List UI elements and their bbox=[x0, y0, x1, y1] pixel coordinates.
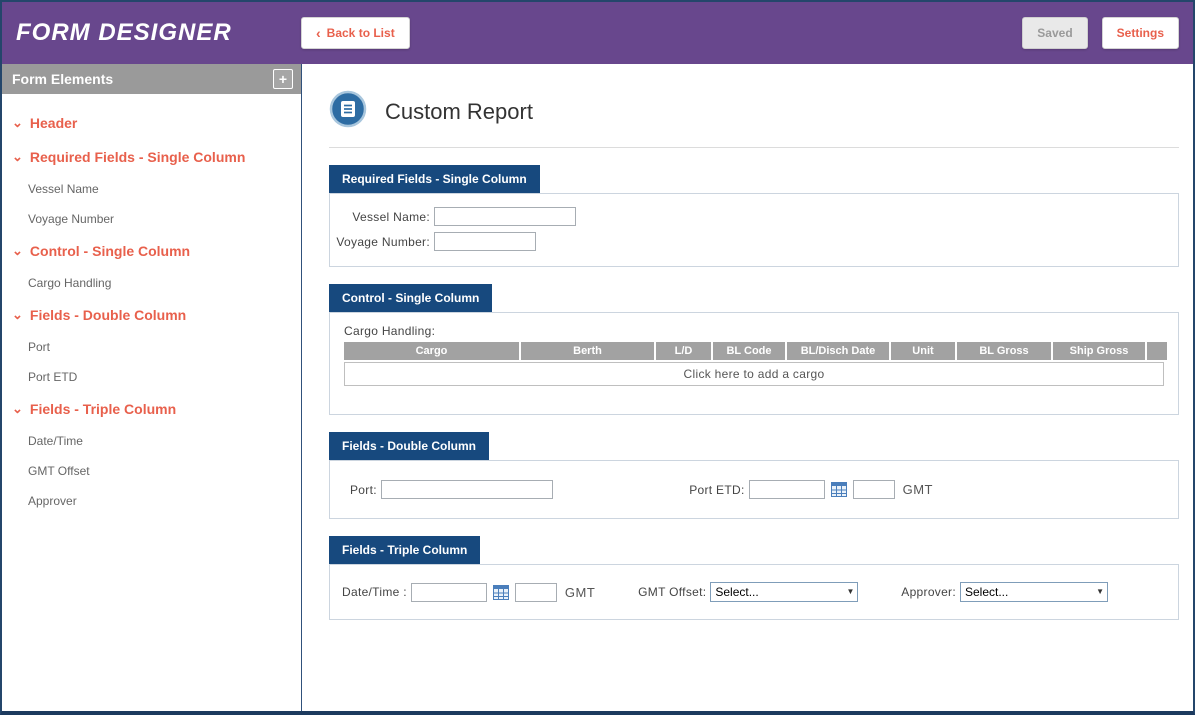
column-header-bl-disch-date: BL/Disch Date bbox=[787, 342, 889, 360]
approver-field-group: Approver: Select... ▼ bbox=[901, 582, 1108, 602]
sidebar-header: Form Elements + bbox=[2, 64, 301, 94]
sidebar-group-required-fields[interactable]: ⌄ Required Fields - Single Column bbox=[2, 140, 301, 174]
calendar-icon[interactable] bbox=[493, 585, 509, 600]
port-field-group: Port: bbox=[350, 480, 553, 499]
port-etd-time-input[interactable] bbox=[853, 480, 895, 499]
sidebar-item-date-time[interactable]: Date/Time bbox=[2, 426, 301, 456]
gmt-offset-select[interactable]: Select... ▼ bbox=[710, 582, 858, 602]
sidebar-item-gmt-offset[interactable]: GMT Offset bbox=[2, 456, 301, 486]
gmt-label: GMT bbox=[565, 585, 595, 600]
main-content: Custom Report Required Fields - Single C… bbox=[302, 64, 1193, 711]
approver-label: Approver: bbox=[901, 585, 956, 599]
voyage-number-row: Voyage Number: bbox=[330, 232, 1178, 251]
column-header-berth: Berth bbox=[521, 342, 654, 360]
report-document-icon bbox=[329, 90, 367, 133]
vessel-name-input[interactable] bbox=[434, 207, 576, 226]
column-header-bl-gross: BL Gross bbox=[957, 342, 1051, 360]
panel-triple-column: Date/Time : bbox=[329, 564, 1179, 620]
group-label: Control - Single Column bbox=[30, 243, 190, 259]
calendar-icon[interactable] bbox=[831, 482, 847, 497]
datetime-date-input[interactable] bbox=[411, 583, 487, 602]
sidebar-item-port[interactable]: Port bbox=[2, 332, 301, 362]
section-triple-column: Fields - Triple Column Date/Time : bbox=[329, 536, 1179, 620]
group-label: Fields - Double Column bbox=[30, 307, 186, 323]
port-label: Port: bbox=[350, 483, 377, 497]
sidebar-group-triple-column[interactable]: ⌄ Fields - Triple Column bbox=[2, 392, 301, 426]
caret-down-icon: ▼ bbox=[846, 588, 854, 596]
voyage-number-input[interactable] bbox=[434, 232, 536, 251]
section-tab-required-fields: Required Fields - Single Column bbox=[329, 165, 540, 193]
section-double-column: Fields - Double Column Port: Port ETD: bbox=[329, 432, 1179, 519]
cargo-table-header-row: Cargo Berth L/D BL Code BL/Disch Date Un… bbox=[344, 342, 1167, 360]
panel-control-single: Cargo Handling: Cargo Berth L/D BL Code … bbox=[329, 312, 1179, 415]
sidebar-group-header[interactable]: ⌄ Header bbox=[2, 106, 301, 140]
chevron-down-icon: ⌄ bbox=[12, 246, 23, 255]
sidebar: Form Elements + ⌄ Header ⌄ Required Fiel… bbox=[2, 64, 302, 711]
back-to-list-button[interactable]: ‹ Back to List bbox=[301, 17, 410, 49]
top-bar: FORM DESIGNER ‹ Back to List Saved Setti… bbox=[2, 2, 1193, 64]
group-label: Fields - Triple Column bbox=[30, 401, 176, 417]
page-title: Custom Report bbox=[385, 99, 533, 125]
port-input[interactable] bbox=[381, 480, 553, 499]
column-header-ship-gross: Ship Gross bbox=[1053, 342, 1145, 360]
gmt-label: GMT bbox=[903, 482, 933, 497]
panel-required-fields: Vessel Name: Voyage Number: bbox=[329, 193, 1179, 267]
sidebar-item-approver[interactable]: Approver bbox=[2, 486, 301, 516]
section-required-fields: Required Fields - Single Column Vessel N… bbox=[329, 165, 1179, 267]
sidebar-title: Form Elements bbox=[12, 71, 113, 87]
column-header-actions bbox=[1147, 342, 1167, 360]
add-cargo-row[interactable]: Click here to add a cargo bbox=[344, 362, 1164, 386]
settings-button[interactable]: Settings bbox=[1102, 17, 1179, 49]
topbar-actions: Saved Settings bbox=[1022, 17, 1179, 49]
add-element-button[interactable]: + bbox=[273, 69, 293, 89]
section-tab-triple-column: Fields - Triple Column bbox=[329, 536, 480, 564]
datetime-field-group: Date/Time : bbox=[342, 583, 595, 602]
sidebar-item-vessel-name[interactable]: Vessel Name bbox=[2, 174, 301, 204]
sidebar-group-control-single[interactable]: ⌄ Control - Single Column bbox=[2, 234, 301, 268]
datetime-time-input[interactable] bbox=[515, 583, 557, 602]
vessel-name-label: Vessel Name: bbox=[330, 210, 430, 224]
chevron-down-icon: ⌄ bbox=[12, 152, 23, 161]
report-header: Custom Report bbox=[329, 90, 1179, 148]
select-value: Select... bbox=[965, 585, 1008, 599]
body-row: Form Elements + ⌄ Header ⌄ Required Fiel… bbox=[2, 64, 1193, 711]
chevron-down-icon: ⌄ bbox=[12, 404, 23, 413]
app-title: FORM DESIGNER bbox=[16, 19, 301, 47]
chevron-left-icon: ‹ bbox=[316, 26, 321, 40]
port-etd-label: Port ETD: bbox=[689, 483, 744, 497]
column-header-bl-code: BL Code bbox=[713, 342, 785, 360]
caret-down-icon: ▼ bbox=[1096, 588, 1104, 596]
column-header-unit: Unit bbox=[891, 342, 955, 360]
select-value: Select... bbox=[715, 585, 758, 599]
app-frame: FORM DESIGNER ‹ Back to List Saved Setti… bbox=[0, 0, 1195, 715]
form-elements-list: ⌄ Header ⌄ Required Fields - Single Colu… bbox=[2, 94, 301, 528]
section-tab-control-single: Control - Single Column bbox=[329, 284, 492, 312]
saved-button[interactable]: Saved bbox=[1022, 17, 1087, 49]
voyage-number-label: Voyage Number: bbox=[330, 235, 430, 249]
group-label: Header bbox=[30, 115, 77, 131]
chevron-down-icon: ⌄ bbox=[12, 118, 23, 127]
port-etd-date-input[interactable] bbox=[749, 480, 825, 499]
datetime-label: Date/Time : bbox=[342, 585, 407, 599]
back-to-list-label: Back to List bbox=[327, 26, 395, 40]
approver-select[interactable]: Select... ▼ bbox=[960, 582, 1108, 602]
group-label: Required Fields - Single Column bbox=[30, 149, 245, 165]
column-header-cargo: Cargo bbox=[344, 342, 519, 360]
chevron-down-icon: ⌄ bbox=[12, 310, 23, 319]
section-tab-double-column: Fields - Double Column bbox=[329, 432, 489, 460]
sidebar-item-voyage-number[interactable]: Voyage Number bbox=[2, 204, 301, 234]
sidebar-group-double-column[interactable]: ⌄ Fields - Double Column bbox=[2, 298, 301, 332]
gmt-offset-field-group: GMT Offset: Select... ▼ bbox=[638, 582, 858, 602]
sidebar-item-port-etd[interactable]: Port ETD bbox=[2, 362, 301, 392]
panel-double-column: Port: Port ETD: bbox=[329, 460, 1179, 519]
cargo-handling-label: Cargo Handling: bbox=[344, 324, 1166, 338]
gmt-offset-label: GMT Offset: bbox=[638, 585, 706, 599]
cargo-table: Cargo Berth L/D BL Code BL/Disch Date Un… bbox=[342, 342, 1169, 360]
port-etd-field-group: Port ETD: bbox=[689, 480, 933, 499]
vessel-name-row: Vessel Name: bbox=[330, 207, 1178, 226]
section-control-single: Control - Single Column Cargo Handling: … bbox=[329, 284, 1179, 415]
column-header-ld: L/D bbox=[656, 342, 711, 360]
sidebar-item-cargo-handling[interactable]: Cargo Handling bbox=[2, 268, 301, 298]
